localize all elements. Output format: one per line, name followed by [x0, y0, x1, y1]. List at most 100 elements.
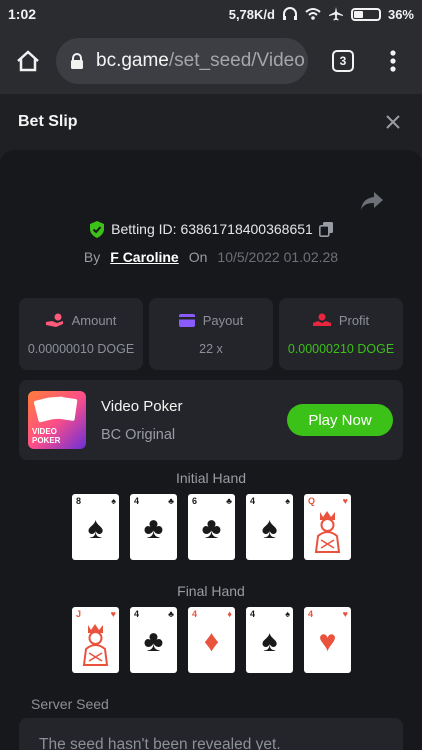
close-icon [386, 115, 400, 129]
playing-card: 4 ♣ ♣ [130, 607, 177, 673]
card-corner-suit: ♣ [226, 496, 232, 506]
playing-card: 6 ♣ ♣ [188, 494, 235, 560]
card-suit: ♠ [87, 512, 104, 545]
card-suit: ♣ [143, 625, 164, 658]
bet-slip-header: Bet Slip [0, 94, 422, 150]
coins-hand-icon [45, 313, 63, 327]
initial-hand: 8 ♠ ♠ 4 ♣ ♣ 6 ♣ ♣ 4 ♠ ♠ Q ♥ [72, 494, 352, 560]
game-card: VIDEO POKER Video Poker BC Original Play… [19, 380, 403, 460]
stat-profit: Profit 0.00000210 DOGE [279, 298, 403, 370]
on-label: On [188, 249, 208, 265]
stat-amount-label: Amount [71, 312, 117, 328]
playing-card: 4 ♦ ♦ [188, 607, 235, 673]
wifi-icon [305, 8, 321, 20]
status-time: 1:02 [8, 6, 37, 22]
browser-toolbar: bc.game/set_seed/Video 3 [0, 28, 422, 94]
thumbnail-title: VIDEO POKER [32, 427, 61, 445]
playing-card: 4 ♣ ♣ [130, 494, 177, 560]
betting-id-value: 63861718400368651 [180, 221, 313, 237]
betting-id-row: Betting ID: 63861718400368651 [0, 218, 422, 240]
battery-icon [350, 7, 381, 21]
verified-shield-icon [90, 220, 105, 238]
final-hand: J ♥ 4 ♣ ♣ 4 ♦ ♦ 4 ♠ ♠ 4 ♥ ♥ [72, 607, 352, 673]
card-rank: 4 [308, 609, 314, 619]
card-rank: 4 [134, 496, 140, 506]
card-corner-suit: ♠ [285, 496, 290, 506]
playing-card: 4 ♥ ♥ [304, 607, 351, 673]
bet-date: 10/5/2022 01.02.28 [217, 249, 339, 265]
final-hand-title: Final Hand [177, 583, 245, 599]
card-rank: Q [308, 496, 316, 506]
stat-payout-label: Payout [202, 312, 244, 328]
playing-card: 4 ♠ ♠ [246, 607, 293, 673]
card-corner-suit: ♣ [168, 496, 174, 506]
card-corner-suit: ♣ [168, 609, 174, 619]
card-suit: ♣ [143, 512, 164, 545]
face-card-figure [82, 624, 109, 666]
game-provider: BC Original [101, 426, 176, 443]
face-card-figure [314, 511, 341, 553]
battery-level: 36% [387, 6, 414, 22]
copy-icon[interactable] [318, 221, 333, 237]
video-poker-thumbnail[interactable]: VIDEO POKER [28, 391, 86, 449]
card-rank: 8 [76, 496, 82, 506]
card-corner-suit: ♦ [227, 609, 232, 619]
tab-count: 3 [332, 50, 354, 72]
bet-slip-title: Bet Slip [18, 113, 78, 130]
share-icon[interactable] [360, 190, 384, 212]
card-corner-suit: ♠ [285, 609, 290, 619]
headphones-icon [282, 7, 297, 20]
server-seed-box: The seed hasn't been revealed yet. [19, 718, 403, 750]
browser-menu-button[interactable] [368, 28, 418, 94]
betting-id-label: Betting ID: [111, 221, 181, 237]
stat-profit-value: 0.00000210 DOGE [287, 341, 395, 356]
stat-amount-value: 0.00000010 DOGE [27, 341, 135, 356]
tabs-button[interactable]: 3 [318, 28, 368, 94]
card-suit: ♥ [318, 625, 337, 658]
card-corner-suit: ♠ [111, 496, 116, 506]
network-speed: 5,78K/d [228, 6, 275, 22]
more-vertical-icon [390, 50, 396, 72]
lock-icon [71, 53, 83, 69]
card-corner-suit: ♥ [342, 496, 348, 506]
stat-amount: Amount 0.00000010 DOGE [19, 298, 143, 370]
stat-payout-value: 22 x [199, 341, 223, 356]
betting-id-text: Betting ID: 63861718400368651 [111, 221, 313, 237]
card-rank: 4 [250, 609, 256, 619]
card-rank: 4 [134, 609, 140, 619]
card-suit: ♠ [261, 625, 278, 658]
status-bar: 1:02 5,78K/d 36% [0, 0, 422, 28]
card-suit: ♣ [201, 512, 222, 545]
card-rank: 4 [192, 609, 198, 619]
status-right: 5,78K/d 36% [229, 7, 414, 22]
profit-hand-icon [312, 313, 331, 326]
card-corner-suit: ♥ [110, 609, 116, 619]
card-rank: J [76, 609, 82, 619]
play-now-button[interactable]: Play Now [287, 404, 393, 436]
stat-payout: Payout 22 x [149, 298, 273, 370]
card-rank: 6 [192, 496, 198, 506]
home-icon [17, 50, 39, 72]
address-bar[interactable]: bc.game/set_seed/Video [56, 38, 308, 84]
playing-card: 4 ♠ ♠ [246, 494, 293, 560]
card-rank: 4 [250, 496, 256, 506]
card-suit: ♠ [261, 512, 278, 545]
close-button[interactable] [382, 111, 404, 133]
username-link[interactable]: F Caroline [110, 249, 178, 265]
playing-card: J ♥ [72, 607, 119, 673]
bet-stats: Amount 0.00000010 DOGE Payout 22 x Profi… [19, 298, 403, 370]
airplane-icon [328, 7, 343, 21]
bettor-row: By F Caroline On 10/5/2022 01.02.28 [0, 246, 422, 268]
playing-card: 8 ♠ ♠ [72, 494, 119, 560]
url-host: bc.game [96, 50, 169, 71]
card-corner-suit: ♥ [342, 609, 348, 619]
playing-card: Q ♥ [304, 494, 351, 560]
game-name: Video Poker [101, 397, 183, 415]
home-button[interactable] [0, 28, 56, 94]
card-suit: ♦ [203, 625, 220, 658]
wallet-icon [178, 313, 195, 327]
server-seed-label: Server Seed [31, 696, 109, 712]
stat-profit-label: Profit [338, 312, 370, 328]
initial-hand-title: Initial Hand [175, 470, 247, 486]
url-path: /set_seed/Video [168, 50, 305, 71]
